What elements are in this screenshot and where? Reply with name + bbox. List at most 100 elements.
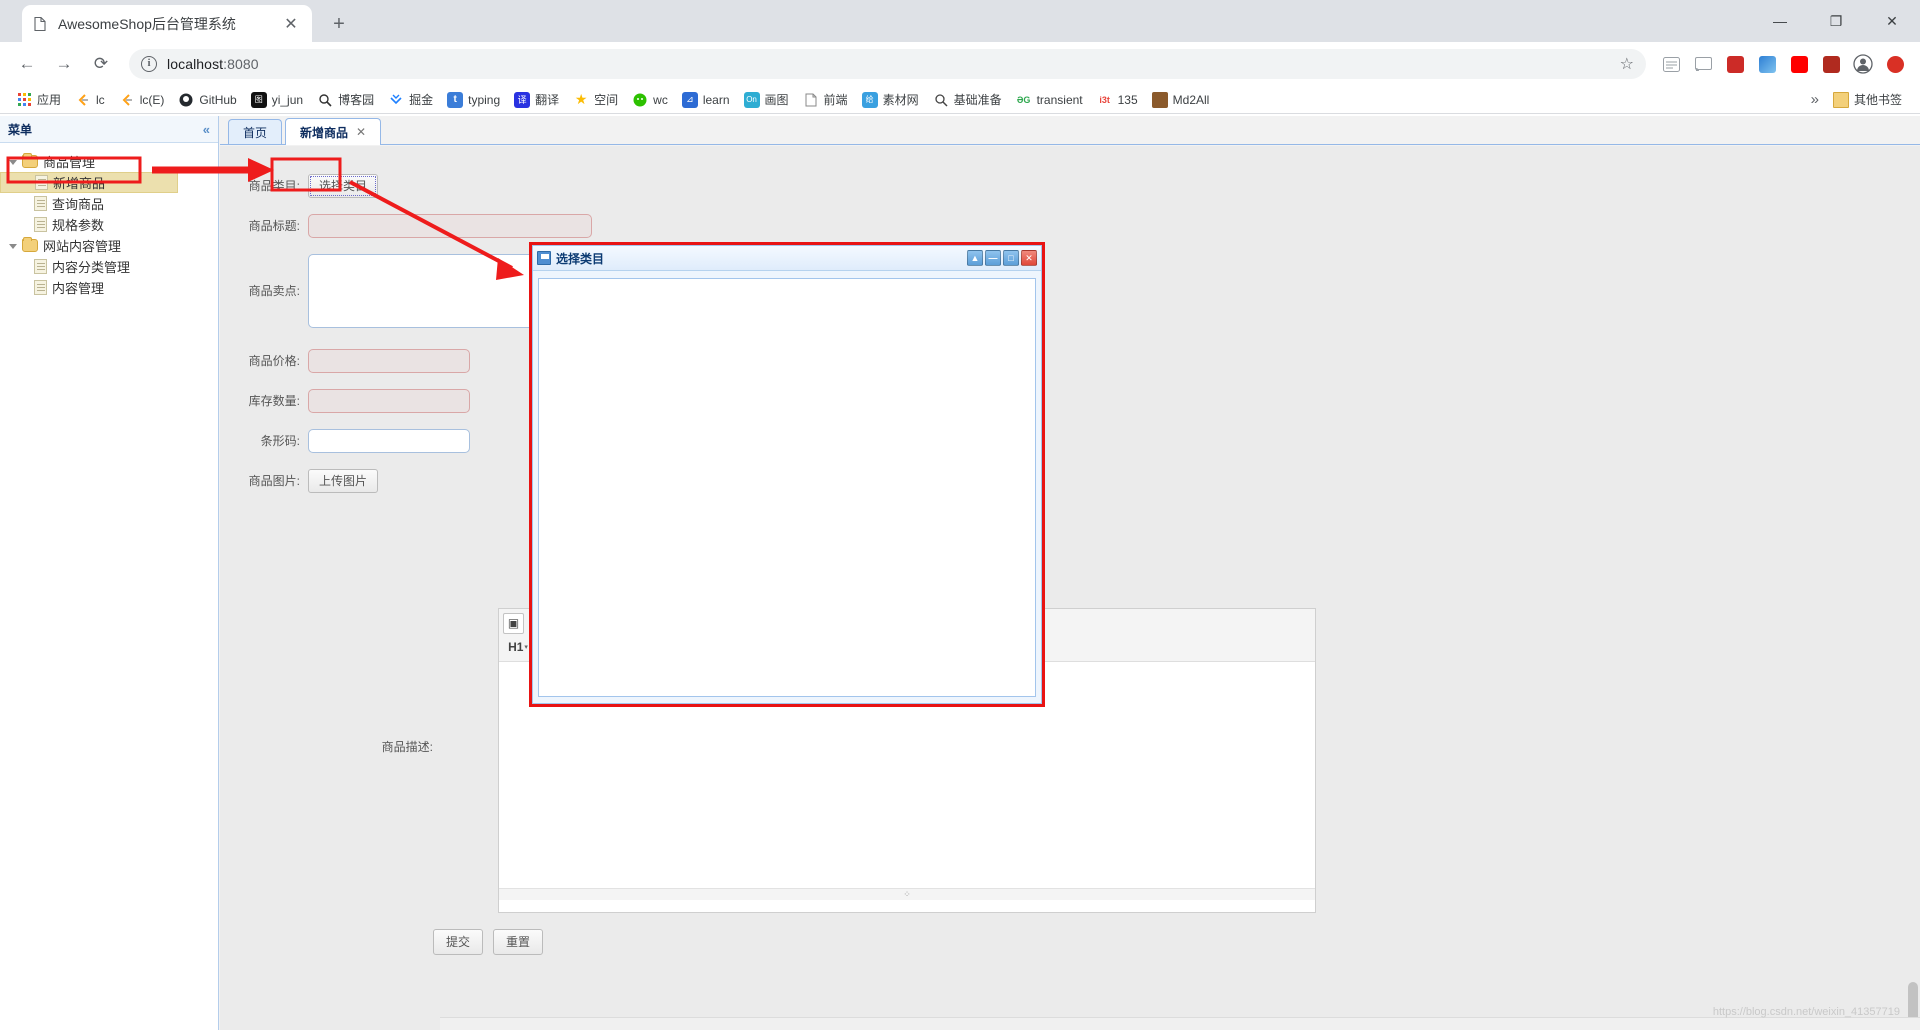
tab-title: AwesomeShop后台管理系统 <box>58 15 236 32</box>
leetcode-icon <box>119 92 135 108</box>
reader-icon[interactable] <box>1656 49 1686 79</box>
collapse-button[interactable]: ▲ <box>967 250 983 266</box>
tree-node-content-management[interactable]: 内容管理 <box>0 277 218 298</box>
site-info-icon[interactable]: i <box>141 56 157 72</box>
bookmark-label: wc <box>653 92 668 107</box>
bookmark-label: lc <box>96 92 105 107</box>
profile-icon[interactable] <box>1848 49 1878 79</box>
bookmark-material[interactable]: 给素材网 <box>856 89 925 111</box>
close-button[interactable]: ✕ <box>1021 250 1037 266</box>
bookmark-135[interactable]: i3t 135 <box>1091 89 1144 111</box>
tree-label: 内容管理 <box>52 281 105 296</box>
content-tabs: 首页 新增商品 ✕ <box>220 116 1920 145</box>
bookmark-md2all[interactable]: Md2All <box>1146 89 1216 111</box>
bookmark-label: lc(E) <box>139 92 165 107</box>
source-icon[interactable]: ▣ <box>503 612 524 634</box>
bookmark-learn[interactable]: ⊿ learn <box>676 89 736 111</box>
tree-node-spec-params[interactable]: 规格参数 <box>0 214 218 235</box>
upload-image-button[interactable]: 上传图片 <box>308 469 379 493</box>
sidebar: 菜单 « 商品管理 新增商品 查询商品 规格参数 网站内容管理 内容分类管理 内… <box>0 116 219 1030</box>
blue-ext-icon[interactable] <box>1752 49 1782 79</box>
red-ext-icon[interactable] <box>1720 49 1750 79</box>
sidebar-collapse-icon[interactable]: « <box>203 122 210 137</box>
tab-add-product[interactable]: 新增商品 ✕ <box>285 118 382 145</box>
bookmark-github[interactable]: GitHub <box>172 89 242 111</box>
product-price-input[interactable] <box>308 349 470 373</box>
bookmark-space[interactable]: ★ 空间 <box>567 89 624 111</box>
tab-close-icon[interactable]: ✕ <box>280 13 302 35</box>
tree-node-content-category[interactable]: 内容分类管理 <box>0 256 218 277</box>
bookmark-cnblogs[interactable]: 博客园 <box>311 89 380 111</box>
file-icon <box>35 175 48 190</box>
reload-icon[interactable]: ⟳ <box>84 47 118 81</box>
reset-button[interactable]: 重置 <box>493 929 544 955</box>
new-tab-button[interactable]: + <box>325 10 353 38</box>
back-icon[interactable]: ← <box>10 47 44 81</box>
bookmark-basics[interactable]: 基础准备 <box>927 89 1008 111</box>
tab-label: 新增商品 <box>300 125 349 140</box>
product-form: 商品类目: 选择类目 商品标题: 商品卖点: 商品价格: 库存数量: 条形码: … <box>220 146 1920 754</box>
pdf-icon[interactable] <box>1816 49 1846 79</box>
tab-close-icon[interactable]: ✕ <box>356 125 366 139</box>
bookmark-lc-e[interactable]: lc(E) <box>113 89 171 111</box>
expand-arrow-icon[interactable] <box>8 156 20 168</box>
browser-menu-icon[interactable] <box>1880 49 1910 79</box>
field-row-barcode: 条形码: <box>220 429 1920 453</box>
bookmark-typing[interactable]: t typing <box>441 89 506 111</box>
field-label-sellpoint: 商品卖点: <box>248 284 300 298</box>
tree-node-query-product[interactable]: 查询商品 <box>0 193 218 214</box>
field-row-price: 商品价格: <box>220 349 1920 373</box>
browser-titlebar: AwesomeShop后台管理系统 ✕ + — ❐ ✕ <box>0 0 1920 42</box>
horizontal-scrollbar[interactable] <box>440 1017 1920 1030</box>
bookmark-label: 基础准备 <box>953 93 1002 107</box>
tree-node-product-management[interactable]: 商品管理 <box>0 151 218 172</box>
bookmark-lc[interactable]: lc <box>69 89 111 111</box>
window-controls: — ❐ ✕ <box>1752 0 1920 42</box>
bookmark-juejin[interactable]: 掘金 <box>382 89 439 111</box>
address-bar[interactable]: i localhost:8080 ☆ <box>129 49 1646 79</box>
bookmarks-overflow-button[interactable]: » <box>1803 91 1827 108</box>
select-category-dialog[interactable]: 选择类目 ▲ — □ ✕ <box>532 245 1042 704</box>
minimize-button[interactable]: — <box>985 250 1001 266</box>
sidebar-title: 菜单 <box>8 122 33 137</box>
bookmark-star-icon[interactable]: ☆ <box>1620 54 1634 74</box>
youtube-icon[interactable] <box>1784 49 1814 79</box>
bookmark-draw[interactable]: On 画图 <box>738 89 795 111</box>
expand-arrow-icon[interactable] <box>8 240 20 252</box>
dialog-body[interactable] <box>538 278 1036 697</box>
bookmark-label: typing <box>468 92 501 107</box>
field-label-stock: 库存数量: <box>248 394 300 408</box>
window-close-button[interactable]: ✕ <box>1864 0 1920 42</box>
heading-label: H1 <box>508 640 524 654</box>
submit-button[interactable]: 提交 <box>433 929 484 955</box>
file-icon <box>34 196 47 211</box>
product-title-input[interactable] <box>308 214 592 238</box>
bookmark-wc[interactable]: wc <box>626 89 674 111</box>
product-stock-input[interactable] <box>308 389 470 413</box>
star-icon: ★ <box>574 91 588 108</box>
browser-toolbar: ← → ⟳ i localhost:8080 ☆ <box>0 42 1920 86</box>
product-barcode-input[interactable] <box>308 429 470 453</box>
window-minimize-button[interactable]: — <box>1752 0 1808 42</box>
folder-icon <box>22 237 38 252</box>
select-category-button[interactable]: 选择类目 <box>308 174 379 198</box>
field-label-price: 商品价格: <box>248 354 300 368</box>
tree-label: 商品管理 <box>43 155 96 170</box>
browser-tab[interactable]: AwesomeShop后台管理系统 ✕ <box>22 5 312 42</box>
tree-label: 内容分类管理 <box>52 260 131 275</box>
tree-node-site-content-management[interactable]: 网站内容管理 <box>0 235 218 256</box>
field-row-sellpoint: 商品卖点: <box>220 254 1920 333</box>
bookmark-apps[interactable]: 应用 <box>10 89 67 111</box>
tab-home[interactable]: 首页 <box>228 119 283 144</box>
window-maximize-button[interactable]: ❐ <box>1808 0 1864 42</box>
bookmark-transient[interactable]: ƏG transient <box>1010 89 1089 111</box>
bookmark-frontend[interactable]: 前端 <box>797 89 854 111</box>
editor-resize-handle[interactable]: ⁘ <box>499 888 1315 900</box>
bookmark-translate[interactable]: 译翻译 <box>508 89 565 111</box>
bookmark-yi-jun[interactable]: 图 yi_jun <box>245 89 309 111</box>
forward-icon[interactable]: → <box>47 47 81 81</box>
cast-icon[interactable] <box>1688 49 1718 79</box>
maximize-button[interactable]: □ <box>1003 250 1019 266</box>
other-bookmarks-folder[interactable]: 其他书签 <box>1827 89 1908 111</box>
tree-node-add-product[interactable]: 新增商品 <box>0 172 178 193</box>
